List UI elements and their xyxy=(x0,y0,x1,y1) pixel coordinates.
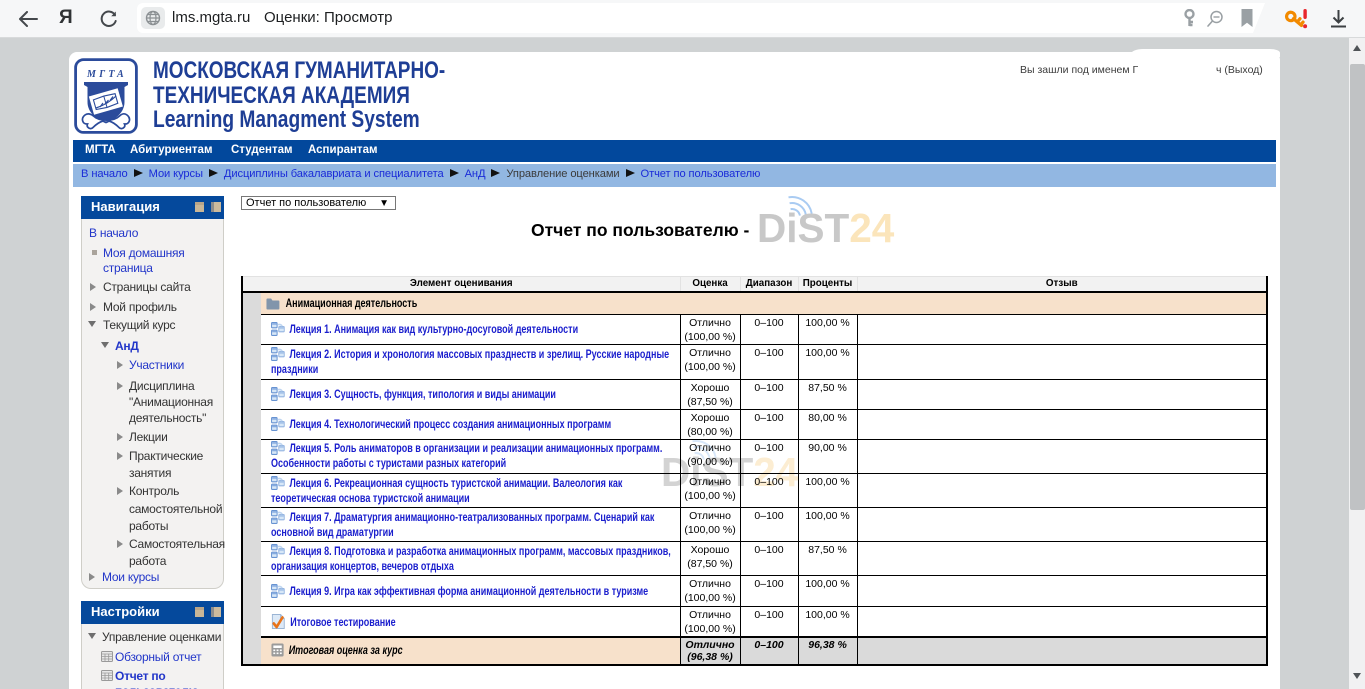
svg-text:DiST24: DiST24 xyxy=(757,205,895,251)
svg-text:МГТА: МГТА xyxy=(86,69,127,80)
